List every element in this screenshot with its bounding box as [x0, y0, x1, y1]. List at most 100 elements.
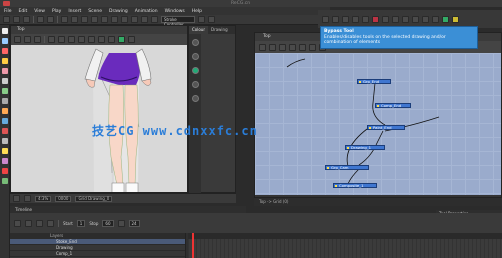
morph-tool-icon[interactable]: [1, 178, 8, 184]
fit-view-icon[interactable]: [13, 195, 20, 202]
first-frame-icon[interactable]: [14, 219, 21, 227]
frame-field[interactable]: 0000: [55, 195, 72, 202]
shape-tool-icon[interactable]: [1, 98, 8, 104]
deformation-icon[interactable]: [362, 15, 369, 23]
node-library-icon[interactable]: [332, 15, 339, 23]
peg-node-icon[interactable]: [269, 43, 276, 51]
sound-icon[interactable]: [117, 219, 125, 227]
camera-node-icon[interactable]: [299, 43, 306, 51]
line-icon[interactable]: [78, 36, 85, 43]
eye-icon[interactable]: [191, 81, 199, 88]
menu-drawing[interactable]: Drawing: [109, 9, 128, 14]
dropper-tool-icon[interactable]: [1, 118, 8, 124]
open-scene-icon[interactable]: [13, 16, 20, 23]
menu-animation[interactable]: Animation: [135, 9, 158, 14]
composite-node-icon[interactable]: [289, 43, 296, 51]
display-icon[interactable]: [342, 15, 349, 23]
rotate-view-icon[interactable]: [151, 16, 158, 23]
start-field[interactable]: 1: [76, 219, 86, 227]
swatch-icon[interactable]: [191, 53, 199, 60]
drawing-node-icon[interactable]: [279, 43, 286, 51]
peg-icon[interactable]: [322, 15, 329, 23]
brush-colour-icon[interactable]: [191, 67, 199, 74]
tab-colour[interactable]: Colour: [189, 26, 208, 34]
timeline-layer[interactable]: Comp_1: [10, 251, 185, 257]
pan-icon[interactable]: [24, 36, 31, 43]
ungroup-icon[interactable]: [412, 15, 419, 23]
colour-card-icon[interactable]: [432, 15, 439, 23]
zoom-level[interactable]: 4:3%: [35, 195, 52, 202]
fps-field[interactable]: 24: [128, 219, 140, 227]
last-frame-icon[interactable]: [47, 219, 54, 227]
rotate-tool-icon[interactable]: [1, 168, 8, 174]
loop-icon[interactable]: [36, 219, 43, 227]
undo-icon[interactable]: [37, 16, 44, 23]
preview-icon[interactable]: [452, 15, 459, 23]
node-grp-cam[interactable]: Grp_Cam: [325, 165, 369, 170]
camera-tab[interactable]: Top: [11, 26, 187, 34]
gear-icon[interactable]: [34, 36, 41, 43]
reset-view-icon[interactable]: [14, 36, 21, 43]
playhead[interactable]: [192, 233, 194, 258]
group-icon[interactable]: [402, 15, 409, 23]
ink-tool-icon[interactable]: [1, 108, 8, 114]
node-canvas[interactable]: Grp_End Comp_End Paint_End Drawing_1 Grp…: [255, 53, 501, 195]
menu-play[interactable]: Play: [52, 9, 61, 14]
menu-edit[interactable]: Edit: [19, 9, 28, 14]
timeline-frames[interactable]: [188, 233, 502, 258]
eraser-tool-icon[interactable]: [1, 68, 8, 74]
rectangle-icon[interactable]: [88, 36, 95, 43]
play-icon[interactable]: [25, 219, 32, 227]
contour-editor-icon[interactable]: [1, 38, 8, 44]
node-comp-end[interactable]: Comp_End: [375, 103, 411, 108]
cutter-tool-icon[interactable]: [1, 138, 8, 144]
text-tool-icon[interactable]: [1, 78, 8, 84]
node-grp-end[interactable]: Grp_End: [357, 79, 391, 84]
paint-bucket-icon[interactable]: [118, 36, 125, 43]
save-icon[interactable]: [23, 16, 30, 23]
select-all-icon[interactable]: [101, 16, 108, 23]
camera-view[interactable]: Top: [10, 25, 188, 193]
pencil-tool-icon[interactable]: [1, 58, 8, 64]
camera-icon[interactable]: [198, 16, 205, 23]
menu-file[interactable]: File: [4, 9, 12, 14]
lock-colour-icon[interactable]: [191, 95, 199, 102]
node-composite-1[interactable]: Composite_1: [333, 183, 377, 188]
hand-tool-icon[interactable]: [1, 158, 8, 164]
layer-type-dropdown[interactable]: Stroke Controller: [161, 16, 195, 27]
grid-icon[interactable]: [208, 16, 215, 23]
ellipse-icon[interactable]: [98, 36, 105, 43]
eraser-icon[interactable]: [68, 36, 75, 43]
paste-icon[interactable]: [81, 16, 88, 23]
paint-tool-icon[interactable]: [1, 88, 8, 94]
redo-icon[interactable]: [47, 16, 54, 23]
menu-windows[interactable]: Windows: [165, 9, 185, 14]
node-paint-end[interactable]: Paint_End: [367, 125, 405, 130]
enable-icon[interactable]: [382, 15, 389, 23]
composite-icon[interactable]: [352, 15, 359, 23]
new-scene-icon[interactable]: [3, 16, 10, 23]
render-icon[interactable]: [442, 15, 449, 23]
lock-icon[interactable]: [111, 16, 118, 23]
menu-scene[interactable]: Scene: [88, 9, 102, 14]
light-table-icon[interactable]: [141, 16, 148, 23]
unlock-icon[interactable]: [121, 16, 128, 23]
menu-view[interactable]: View: [34, 9, 45, 14]
stop-field[interactable]: 60: [102, 219, 114, 227]
node-drawing-1[interactable]: Drawing_1: [345, 145, 385, 150]
transform-tool-icon[interactable]: [1, 128, 8, 134]
menu-insert[interactable]: Insert: [68, 9, 81, 14]
filter-icon[interactable]: [309, 43, 316, 51]
brush-icon[interactable]: [48, 36, 55, 43]
hand-icon[interactable]: [24, 195, 31, 202]
frame-ruler[interactable]: [188, 233, 502, 239]
menu-help[interactable]: Help: [192, 9, 202, 14]
node-view-panel[interactable]: Top Grp_End Comp_End Paint_End Drawing_1…: [254, 32, 502, 198]
select-tool-icon[interactable]: [1, 28, 8, 34]
view-mode[interactable]: Grid Drawing_0: [75, 195, 113, 202]
pencil-icon[interactable]: [58, 36, 65, 43]
copy-icon[interactable]: [71, 16, 78, 23]
palette-icon[interactable]: [191, 39, 199, 46]
navigator-icon[interactable]: [422, 15, 429, 23]
brush-tool-icon[interactable]: [1, 48, 8, 54]
